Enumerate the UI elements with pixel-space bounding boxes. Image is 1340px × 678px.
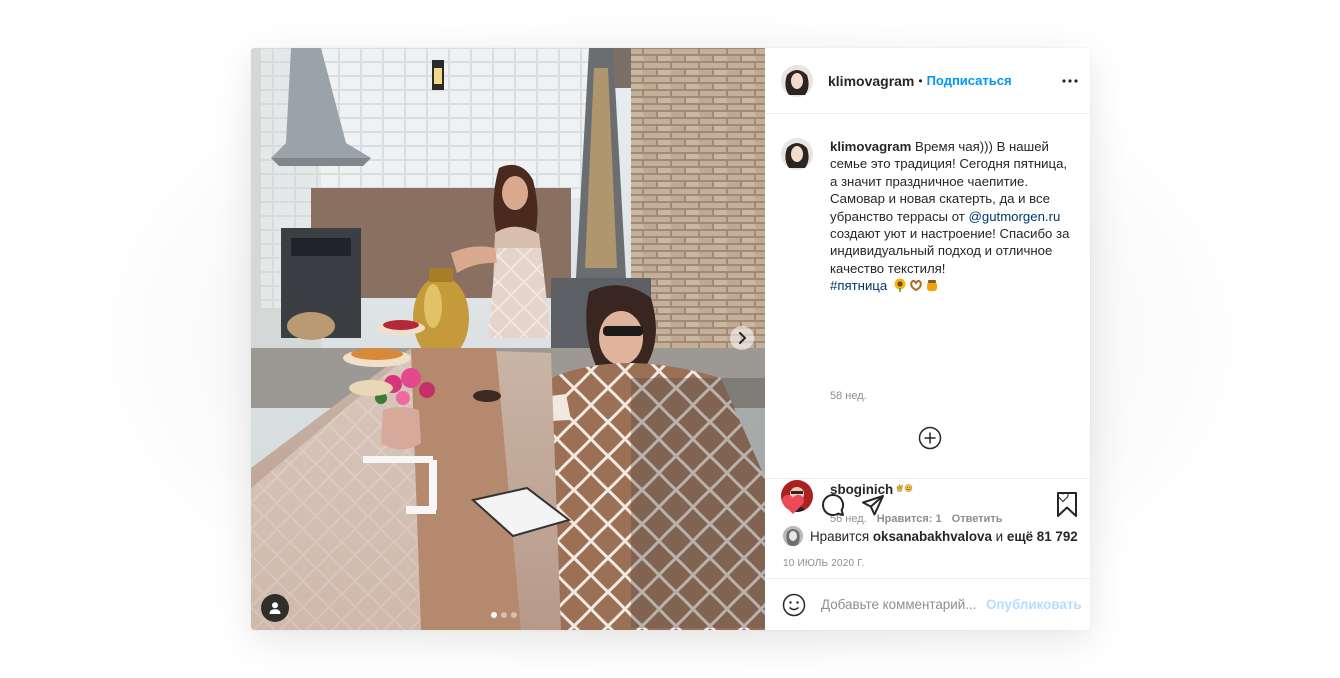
caption-timestamp[interactable]: 58 нед.	[830, 390, 867, 402]
smiley-icon	[782, 593, 806, 616]
likes-others-link[interactable]: ещё 81 792	[1007, 529, 1078, 544]
comment-input[interactable]	[821, 597, 981, 612]
caption-username[interactable]: klimovagram	[830, 139, 911, 154]
caption-avatar-image	[781, 138, 813, 170]
publish-comment-button[interactable]: Опубликовать	[986, 597, 1082, 612]
post-side-panel: klimovagram • Подписаться klimovagram Вр…	[765, 48, 1090, 630]
caption-avatar[interactable]	[781, 138, 813, 170]
user-icon	[269, 602, 281, 614]
comment-button[interactable]	[821, 493, 845, 522]
post-header: klimovagram • Подписаться	[765, 48, 1090, 114]
caption-emoji	[893, 278, 939, 293]
author-username[interactable]: klimovagram	[828, 73, 914, 89]
load-more-comments-button[interactable]	[918, 426, 942, 450]
caption-mention-link[interactable]: @gutmorgen.ru	[968, 209, 1060, 224]
comment-bubble-icon	[822, 494, 845, 517]
more-horizontal-icon	[1062, 79, 1078, 83]
comments-section: klimovagram Время чая))) В нашей семье э…	[765, 114, 1090, 525]
tagged-users-button[interactable]	[261, 594, 289, 622]
chevron-right-icon	[739, 332, 747, 344]
post-photo[interactable]	[251, 48, 765, 630]
likes-summary: Нравится oksanabakhvalova и ещё 81 792	[783, 526, 1078, 546]
carousel-indicator	[491, 612, 517, 618]
likes-and: и	[995, 528, 1004, 544]
caption-hashtag-link[interactable]: #пятница	[830, 278, 887, 293]
likes-prefix: Нравится	[810, 528, 870, 544]
caption-body-2: создают уют и настроение! Спасибо за инд…	[830, 226, 1070, 276]
plus-circle-icon	[918, 426, 942, 450]
author-avatar[interactable]	[781, 64, 813, 97]
save-button[interactable]	[1056, 492, 1078, 523]
paper-plane-icon	[862, 495, 884, 516]
like-button[interactable]	[781, 493, 805, 520]
caption-text: klimovagram Время чая))) В нашей семье э…	[830, 138, 1072, 295]
likes-user-link[interactable]: oksanabakhvalova	[873, 529, 992, 544]
photo-image	[251, 48, 765, 630]
heart-filled-icon	[782, 494, 804, 514]
liker-avatar-image	[783, 526, 803, 546]
carousel-dot	[511, 612, 517, 618]
bookmark-icon	[1057, 492, 1077, 517]
carousel-dot	[501, 612, 507, 618]
more-options-button[interactable]	[1062, 70, 1078, 84]
post-actions: Нравится oksanabakhvalova и ещё 81 792 1…	[765, 478, 1090, 578]
sunflower-emoji-icon	[894, 278, 906, 293]
post-card: klimovagram • Подписаться klimovagram Вр…	[251, 48, 1090, 630]
next-photo-button[interactable]	[730, 326, 754, 350]
emoji-picker-button[interactable]	[782, 593, 806, 617]
follow-button[interactable]: Подписаться	[927, 73, 1012, 88]
share-button[interactable]	[861, 493, 885, 522]
caption: klimovagram Время чая))) В нашей семье э…	[781, 138, 1072, 295]
pretzel-emoji-icon	[910, 280, 922, 292]
author-avatar-image	[781, 64, 813, 97]
liker-avatar[interactable]	[783, 526, 803, 546]
post-date[interactable]: 10 ИЮЛЬ 2020 Г.	[783, 558, 865, 569]
carousel-dot-active	[491, 612, 497, 618]
add-comment-bar: Опубликовать	[765, 578, 1090, 630]
honey-pot-emoji-icon	[926, 280, 937, 292]
header-separator: •	[918, 73, 923, 88]
